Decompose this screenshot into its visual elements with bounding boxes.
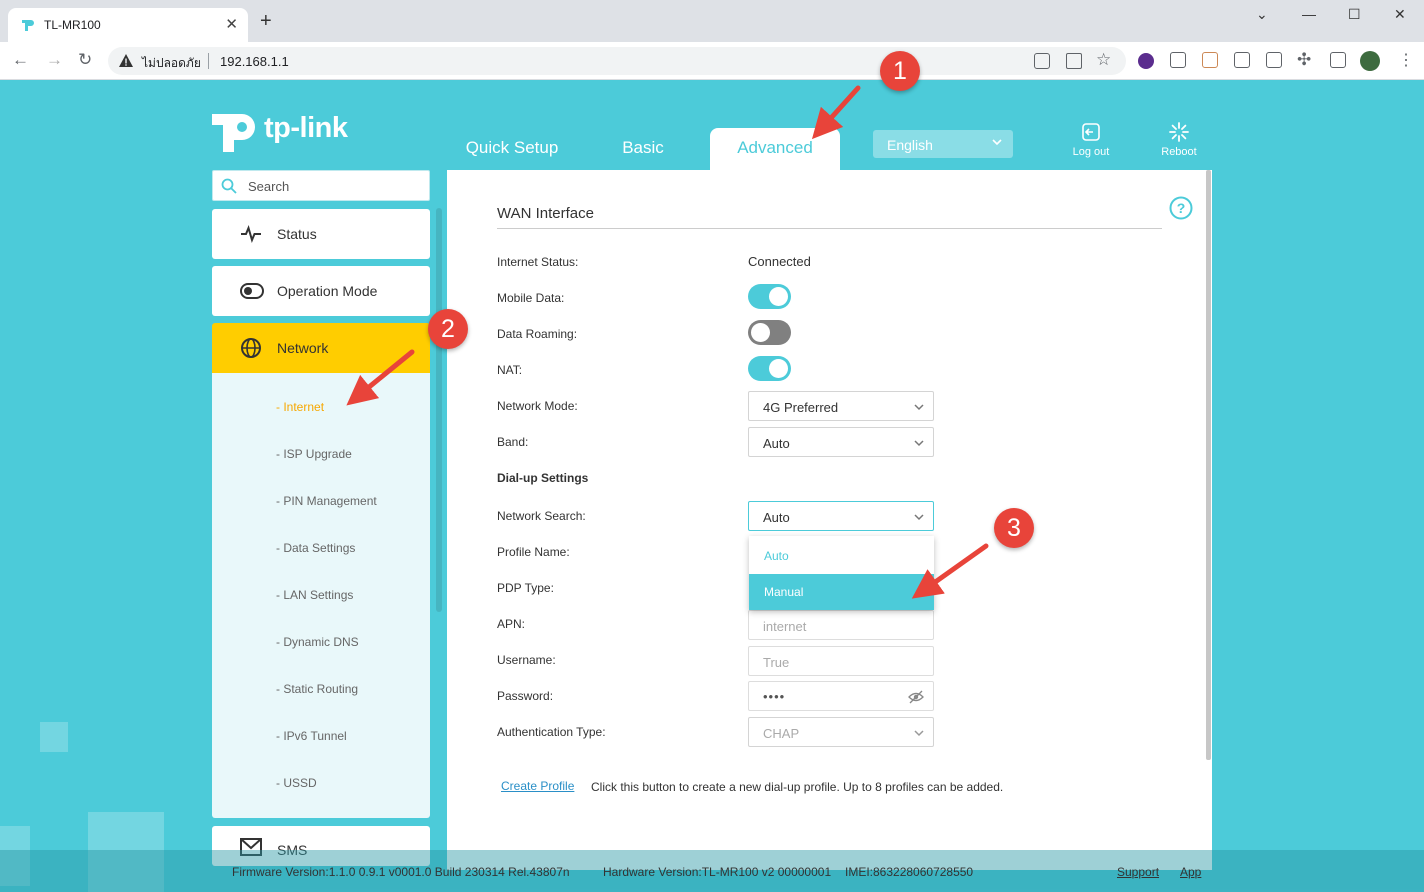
annotation-arrow-2: [346, 349, 415, 406]
annotation-badge-2: 2: [428, 309, 468, 349]
annotation-arrows: [346, 85, 989, 599]
annotation-badge-1: 1: [880, 51, 920, 91]
annotation-arrow-3: [911, 543, 989, 599]
annotation-badge-3: 3: [994, 508, 1034, 548]
annotation-arrow-1: [811, 85, 861, 140]
